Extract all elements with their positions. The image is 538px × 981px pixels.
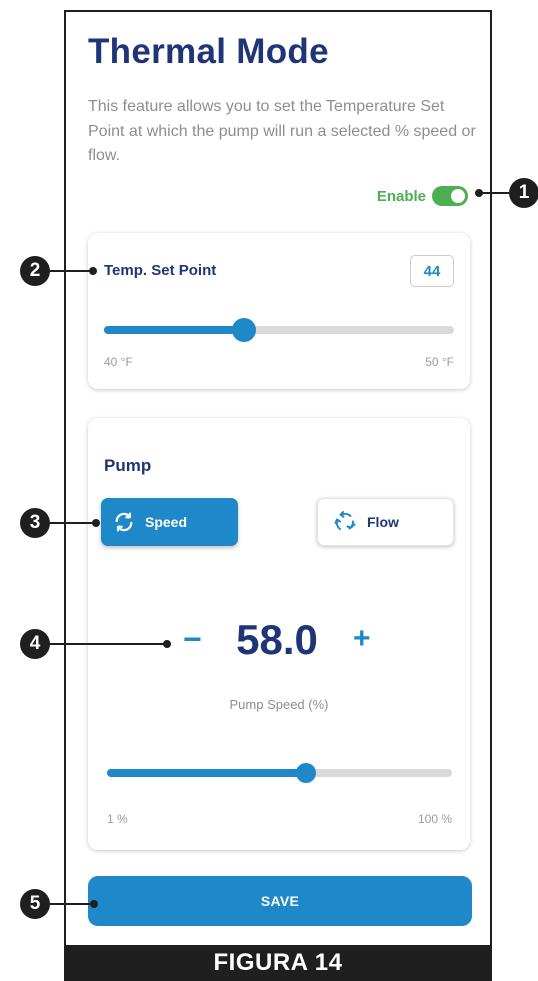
page-title: Thermal Mode bbox=[88, 32, 329, 71]
speed-mode-button[interactable]: Speed bbox=[101, 498, 238, 546]
enable-toggle[interactable] bbox=[432, 186, 468, 206]
speed-refresh-icon bbox=[115, 512, 133, 532]
flow-cycle-icon bbox=[334, 511, 356, 530]
flow-button-label: Flow bbox=[367, 514, 399, 530]
pump-speed-min-label: 1 % bbox=[107, 812, 128, 826]
pump-speed-slider-thumb[interactable] bbox=[295, 763, 316, 783]
pump-speed-value: 58.0 bbox=[236, 616, 318, 663]
callout-5-pointer-dot bbox=[90, 900, 98, 908]
callout-1-leader-line bbox=[479, 192, 512, 194]
pump-speed-slider[interactable] bbox=[107, 763, 452, 783]
speed-button-label: Speed bbox=[145, 514, 188, 530]
setpoint-slider[interactable] bbox=[104, 318, 454, 342]
callout-4-marker: 4 bbox=[20, 629, 50, 659]
setpoint-label: Temp. Set Point bbox=[104, 262, 217, 279]
callout-4-leader-line bbox=[48, 643, 166, 645]
pump-card: Pump Speed Flow − 58.0 + Pump Speed (%) … bbox=[88, 418, 470, 850]
save-button[interactable]: SAVE bbox=[88, 876, 472, 926]
pump-speed-caption: Pump Speed (%) bbox=[229, 697, 329, 712]
pump-title: Pump bbox=[104, 456, 152, 475]
figure-caption: FIGURA 14 bbox=[64, 945, 492, 981]
feature-description: This feature allows you to set the Tempe… bbox=[88, 98, 476, 164]
callout-2-leader-line bbox=[48, 270, 91, 272]
setpoint-card: Temp. Set Point 44 40 °F 50 °F bbox=[88, 233, 470, 389]
callout-2-marker: 2 bbox=[20, 256, 50, 286]
setpoint-slider-thumb[interactable] bbox=[232, 318, 256, 342]
setpoint-slider-fill bbox=[104, 326, 244, 334]
callout-3-pointer-dot bbox=[92, 519, 100, 527]
enable-control[interactable]: Enable bbox=[377, 186, 468, 206]
setpoint-value-input[interactable]: 44 bbox=[410, 255, 454, 287]
increment-button[interactable]: + bbox=[353, 624, 371, 654]
callout-3-leader-line bbox=[48, 522, 94, 524]
enable-label: Enable bbox=[376, 187, 426, 205]
callout-5-leader-line bbox=[48, 903, 93, 905]
pump-speed-max-label: 100 % bbox=[417, 812, 452, 826]
callout-4-pointer-dot bbox=[163, 640, 171, 648]
callout-1-marker: 1 bbox=[509, 178, 538, 208]
callout-2-pointer-dot bbox=[89, 267, 97, 275]
setpoint-min-label: 40 °F bbox=[104, 355, 133, 369]
phone-screen: Thermal Mode This feature allows you to … bbox=[64, 10, 492, 945]
setpoint-max-label: 50 °F bbox=[425, 355, 454, 369]
flow-mode-button[interactable]: Flow bbox=[317, 498, 454, 546]
callout-3-marker: 3 bbox=[20, 508, 50, 538]
toggle-knob bbox=[451, 189, 465, 203]
callout-5-marker: 5 bbox=[20, 889, 50, 919]
decrement-button[interactable]: − bbox=[183, 623, 202, 655]
pump-speed-slider-fill bbox=[107, 769, 306, 777]
